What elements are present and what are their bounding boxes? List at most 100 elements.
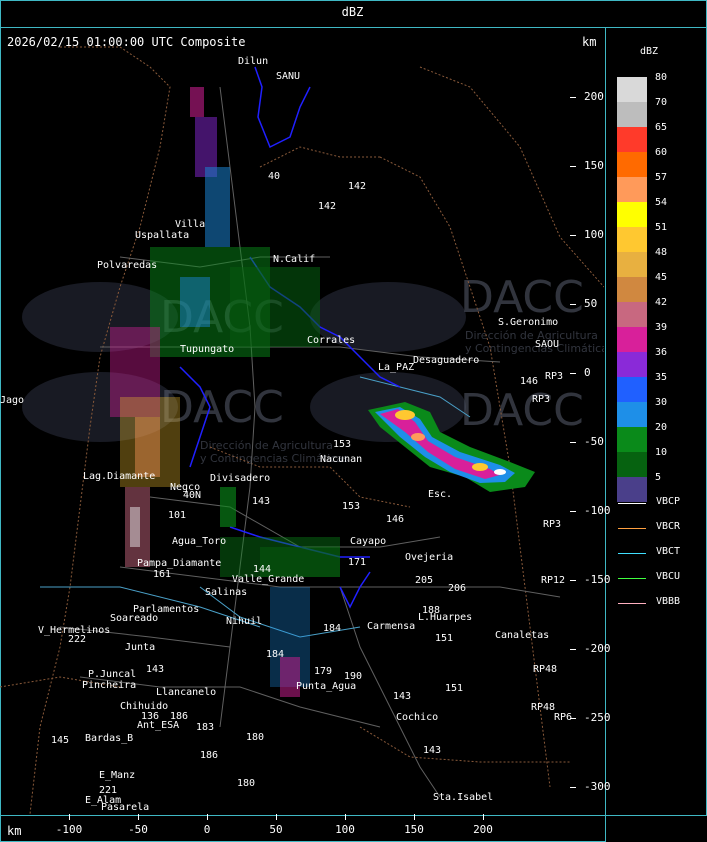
network-line-icon	[618, 578, 646, 579]
svg-text:144: 144	[253, 564, 271, 575]
unit-km-bottom: km	[7, 824, 22, 838]
y-tick	[570, 166, 576, 167]
y-tick	[570, 235, 576, 236]
network-line-icon	[618, 503, 646, 504]
svg-text:S.Geronimo: S.Geronimo	[498, 317, 558, 328]
svg-text:40N: 40N	[183, 490, 201, 501]
y-tick-label: 200	[584, 90, 604, 103]
svg-text:143: 143	[252, 496, 270, 507]
svg-text:Lag.Diamante: Lag.Diamante	[83, 471, 155, 482]
x-tick	[138, 814, 139, 820]
svg-text:Cochico: Cochico	[396, 712, 438, 723]
svg-text:Polvaredas: Polvaredas	[97, 260, 157, 271]
unit-title: dBZ	[341, 5, 364, 19]
legend-value: 10	[655, 447, 668, 458]
legend-value: 36	[655, 347, 668, 358]
y-tick	[570, 373, 576, 374]
svg-text:RP3: RP3	[545, 371, 563, 382]
x-tick-label: -50	[128, 823, 148, 836]
svg-text:Divisadero: Divisadero	[210, 473, 270, 484]
svg-text:La_PAZ: La_PAZ	[378, 362, 414, 373]
legend-value: 48	[655, 247, 668, 258]
svg-text:188: 188	[422, 605, 440, 616]
y-tick-label: -200	[584, 642, 611, 655]
legend-swatch	[617, 152, 647, 177]
svg-text:40: 40	[268, 171, 280, 182]
svg-text:222: 222	[68, 634, 86, 645]
x-tick	[483, 814, 484, 820]
svg-text:RP3: RP3	[532, 394, 550, 405]
legend-value: 70	[655, 97, 668, 108]
x-tick-label: 150	[404, 823, 424, 836]
svg-text:145: 145	[51, 735, 69, 746]
y-tick-label: -300	[584, 780, 611, 793]
legend-value: 5	[655, 472, 662, 483]
svg-text:Pampa_Diamante: Pampa_Diamante	[137, 558, 221, 569]
network-label: VBCU	[656, 571, 681, 582]
svg-text:186: 186	[170, 711, 188, 722]
network-label: VBCT	[656, 546, 681, 557]
legend-swatch	[617, 377, 647, 402]
svg-text:142: 142	[348, 181, 366, 192]
svg-text:Salinas: Salinas	[205, 587, 247, 598]
y-tick	[570, 511, 576, 512]
map-canvas: DACC DACC DACC DACC Dirección de Agricul…	[0, 46, 604, 814]
svg-text:151: 151	[445, 683, 463, 694]
svg-text:161: 161	[153, 569, 171, 580]
svg-text:146: 146	[520, 376, 538, 387]
svg-text:Villa: Villa	[175, 219, 205, 230]
x-tick-label: 100	[335, 823, 355, 836]
svg-text:Pincheira: Pincheira	[82, 680, 136, 691]
legend-value: 80	[655, 72, 668, 83]
x-tick-label: 200	[473, 823, 493, 836]
legend-swatch	[617, 252, 647, 277]
svg-text:221: 221	[99, 785, 117, 796]
y-tick	[570, 718, 576, 719]
legend-swatch	[617, 352, 647, 377]
network-label: VBCP	[656, 496, 681, 507]
svg-text:Tupungato: Tupungato	[180, 344, 234, 355]
network-line-icon	[618, 528, 646, 529]
svg-text:143: 143	[423, 745, 441, 756]
legend-swatch	[617, 327, 647, 352]
svg-text:Carmensa: Carmensa	[367, 621, 415, 632]
legend-value: 57	[655, 172, 668, 183]
legend-value: 39	[655, 322, 668, 333]
legend-swatch	[617, 102, 647, 127]
svg-text:151: 151	[435, 633, 453, 644]
svg-text:186: 186	[200, 750, 218, 761]
svg-text:Canaletas: Canaletas	[495, 630, 549, 641]
legend-value: 65	[655, 122, 668, 133]
legend-value: 51	[655, 222, 668, 233]
legend-swatch	[617, 452, 647, 477]
y-tick-label: 100	[584, 228, 604, 241]
svg-text:146: 146	[386, 514, 404, 525]
svg-text:Punta_Agua: Punta_Agua	[296, 681, 356, 692]
x-axis-bar	[0, 815, 606, 842]
network-label: VBCR	[656, 521, 681, 532]
svg-text:180: 180	[237, 778, 255, 789]
svg-text:179: 179	[314, 666, 332, 677]
legend-value: 60	[655, 147, 668, 158]
y-tick-label: 0	[584, 366, 591, 379]
svg-text:Cayapo: Cayapo	[350, 536, 386, 547]
x-tick	[69, 814, 70, 820]
legend-value: 54	[655, 197, 668, 208]
composite-title: 2026/02/15 01:00:00 UTC Composite	[7, 35, 246, 49]
legend-value: 20	[655, 422, 668, 433]
svg-text:SAOU: SAOU	[535, 339, 559, 350]
svg-text:Ovejeria: Ovejeria	[405, 552, 453, 563]
svg-text:Bardas_B: Bardas_B	[85, 733, 133, 744]
svg-text:180: 180	[246, 732, 264, 743]
svg-text:183: 183	[196, 722, 214, 733]
legend-swatch	[617, 227, 647, 252]
network-label: VBBB	[656, 596, 681, 607]
svg-text:Sta.Isabel: Sta.Isabel	[433, 792, 493, 803]
y-tick-label: -100	[584, 504, 611, 517]
y-tick	[570, 442, 576, 443]
svg-text:Desaguadero: Desaguadero	[413, 355, 479, 366]
y-tick-label: -150	[584, 573, 611, 586]
svg-text:184: 184	[323, 623, 341, 634]
network-line-icon	[618, 553, 646, 554]
svg-text:184: 184	[266, 649, 284, 660]
